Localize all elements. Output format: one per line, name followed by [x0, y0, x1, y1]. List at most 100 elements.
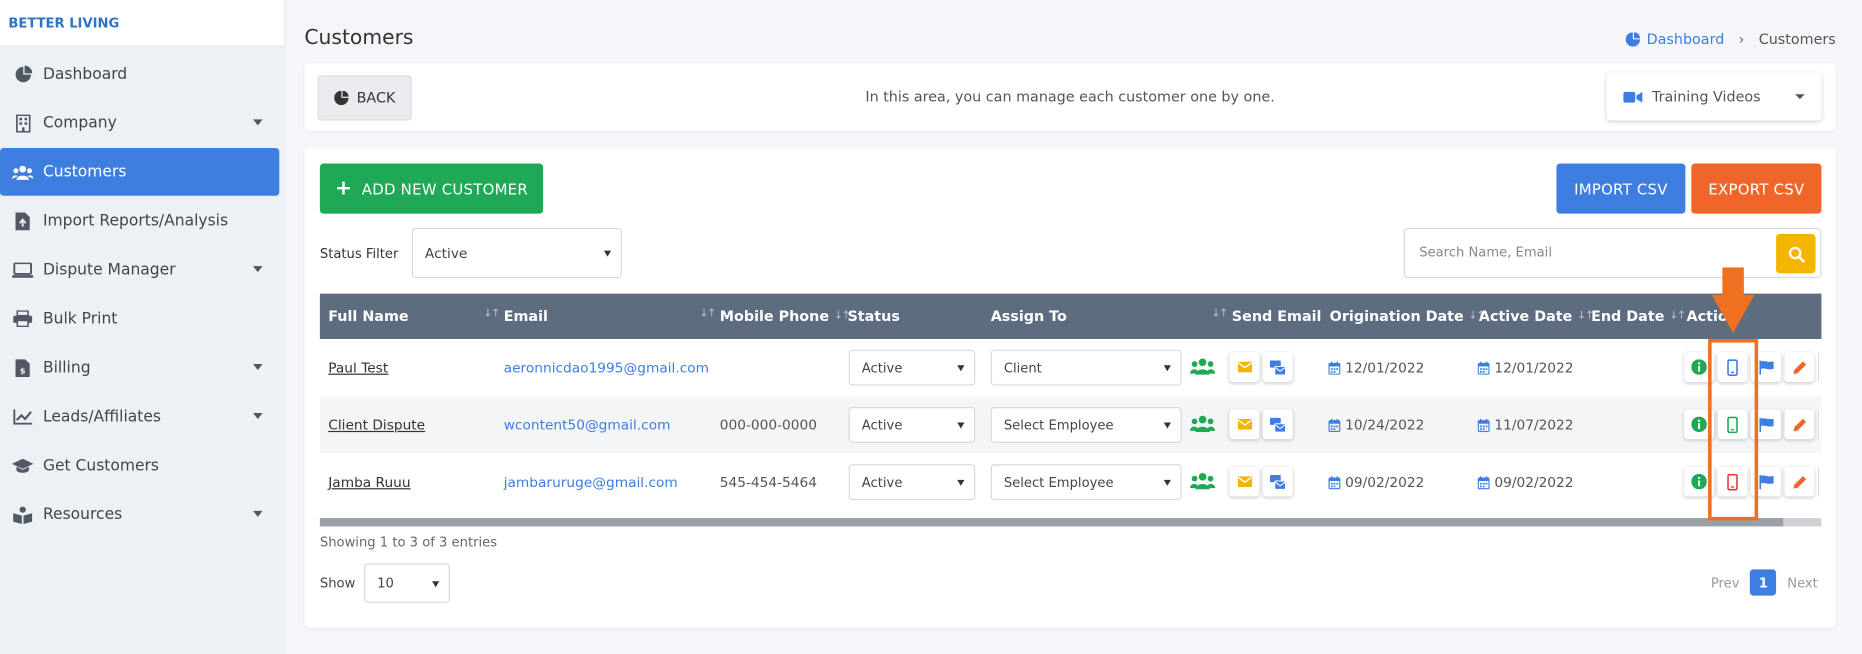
email-template-button[interactable]	[1262, 409, 1293, 440]
info-icon	[1691, 473, 1707, 490]
col-label: Origination Date	[1329, 307, 1464, 325]
sidebar-item-billing[interactable]: $ Billing	[0, 344, 279, 392]
building-icon	[12, 113, 33, 132]
sidebar: BETTER LIVING Dashboard Company Customers I…	[0, 0, 287, 654]
more-actions-edge	[1817, 466, 1822, 497]
col-label: Status	[847, 307, 900, 325]
page-size-select[interactable]: 10	[364, 563, 450, 603]
training-videos-dropdown[interactable]: Training Videos	[1606, 72, 1822, 121]
assign-to-select[interactable]: Client	[990, 349, 1182, 386]
customers-panel: + ADD NEW CUSTOMER IMPORT CSV EXPORT CSV…	[304, 148, 1836, 628]
col-send-email: Send Email	[1232, 308, 1322, 325]
active-date-value: 09/02/2022	[1494, 473, 1574, 491]
sidebar-item-label: Company	[42, 113, 117, 132]
edit-button[interactable]	[1784, 466, 1815, 497]
sidebar-item-get-customers[interactable]: Get Customers	[0, 442, 279, 490]
sidebar-nav: Dashboard Company Customers Import Reports/…	[0, 50, 286, 538]
assign-to-select[interactable]: Select Employee	[990, 464, 1182, 501]
email-template-button[interactable]	[1262, 352, 1293, 382]
sort-icon[interactable]: ↓↑	[695, 308, 716, 320]
more-actions-edge	[1817, 409, 1822, 440]
customer-name-link[interactable]: Jamba Ruuu	[328, 474, 410, 491]
col-full-name[interactable]: Full Name	[328, 308, 408, 325]
breadcrumb-home[interactable]: Dashboard	[1625, 31, 1724, 48]
send-email-button[interactable]	[1229, 409, 1260, 440]
search-icon	[1787, 245, 1805, 262]
flag-icon	[1758, 359, 1774, 375]
origination-date: 09/02/2022	[1328, 474, 1424, 491]
breadcrumb-current: Customers	[1758, 31, 1836, 48]
status-filter-select[interactable]: Active	[411, 227, 622, 279]
info-icon	[1691, 416, 1707, 433]
status-select[interactable]: Active	[848, 407, 976, 443]
send-email-button[interactable]	[1229, 352, 1260, 382]
page-1-button[interactable]: 1	[1750, 569, 1777, 596]
sort-icon[interactable]: ↓↑	[1207, 308, 1229, 320]
users-group-icon[interactable]	[1190, 415, 1216, 435]
calendar-icon	[1328, 361, 1341, 375]
customer-name-link[interactable]: Paul Test	[328, 359, 388, 376]
assign-to-select[interactable]: Select Employee	[990, 407, 1182, 443]
edit-button[interactable]	[1784, 352, 1815, 382]
sidebar-item-label: Leads/Affiliates	[42, 407, 162, 426]
status-select[interactable]: Active	[848, 464, 976, 501]
sidebar-item-bulk-print[interactable]: Bulk Print	[0, 295, 279, 343]
customer-email-link[interactable]: aeronnicdao1995@gmail.com	[504, 359, 709, 376]
brand-logo[interactable]: BETTER LIVING	[0, 0, 285, 46]
customer-email-link[interactable]: jambaruruge@gmail.com	[504, 474, 678, 491]
sidebar-item-dispute-manager[interactable]: Dispute Manager	[0, 246, 279, 294]
sidebar-item-leads-affiliates[interactable]: Leads/Affiliates	[0, 393, 279, 441]
sidebar-item-resources[interactable]: Resources	[0, 491, 279, 539]
col-status[interactable]: Status	[847, 308, 899, 325]
pie-chart-icon	[1625, 32, 1640, 47]
users-icon	[11, 164, 34, 180]
add-new-customer-button[interactable]: + ADD NEW CUSTOMER	[319, 163, 544, 214]
col-email[interactable]: Email	[504, 308, 548, 325]
sidebar-item-label: Dashboard	[42, 65, 128, 83]
sort-icon[interactable]: ↓↑	[479, 308, 500, 320]
customer-name-link[interactable]: Client Dispute	[328, 417, 425, 434]
col-active-date[interactable]: Active Date ↓↑	[1478, 307, 1594, 325]
col-mobile-phone[interactable]: Mobile Phone ↓↑	[720, 308, 851, 325]
caret-down-icon	[253, 266, 263, 273]
assign-value: Client	[1003, 359, 1042, 376]
sidebar-item-label: Bulk Print	[42, 309, 118, 328]
sidebar-item-company[interactable]: Company	[0, 99, 279, 147]
send-email-button[interactable]	[1229, 466, 1260, 497]
scrollbar-thumb[interactable]	[319, 518, 1784, 527]
edit-button[interactable]	[1784, 409, 1815, 440]
email-template-button[interactable]	[1262, 466, 1293, 497]
caret-down-icon	[253, 510, 263, 517]
sidebar-item-import-reports-analysis[interactable]: Import Reports/Analysis	[0, 197, 279, 245]
export-csv-button[interactable]: EXPORT CSV	[1691, 163, 1822, 214]
origination-date: 12/01/2022	[1328, 359, 1424, 376]
sort-icon: ↓↑	[1669, 310, 1686, 323]
add-customer-label: ADD NEW CUSTOMER	[361, 179, 528, 198]
sidebar-item-dashboard[interactable]: Dashboard	[0, 50, 279, 98]
col-label: Full Name	[328, 307, 409, 325]
horizontal-scrollbar[interactable]	[319, 518, 1822, 527]
col-label: Active Date	[1478, 307, 1573, 325]
col-assign-to[interactable]: Assign To	[991, 308, 1067, 325]
next-button[interactable]: Next	[1787, 575, 1818, 591]
envelope-icon	[1237, 361, 1252, 373]
status-select[interactable]: Active	[848, 349, 976, 386]
search-button[interactable]	[1776, 233, 1816, 274]
sidebar-item-customers[interactable]: Customers	[0, 148, 280, 196]
table-header: Full Name ↓↑ Email ↓↑ Mobile Phone ↓↑ Sta…	[319, 293, 1822, 339]
highlight-box	[1708, 338, 1759, 521]
file-import-icon	[12, 211, 33, 230]
calendar-icon	[1477, 361, 1490, 375]
col-end-date[interactable]: End Date ↓↑	[1591, 308, 1686, 325]
search-input[interactable]	[1419, 244, 1766, 261]
users-group-icon[interactable]	[1190, 473, 1216, 493]
col-origination-date[interactable]: Origination Date ↓↑	[1329, 307, 1486, 325]
users-group-icon[interactable]	[1190, 358, 1216, 378]
import-csv-button[interactable]: IMPORT CSV	[1556, 163, 1686, 214]
col-label: Send Email	[1231, 307, 1322, 325]
prev-button[interactable]: Prev	[1711, 575, 1740, 591]
sidebar-item-label: Import Reports/Analysis	[42, 211, 229, 230]
customer-email-link[interactable]: wcontent50@gmail.com	[504, 417, 671, 434]
caret-down-icon	[957, 365, 965, 372]
caret-down-icon	[1163, 365, 1171, 372]
